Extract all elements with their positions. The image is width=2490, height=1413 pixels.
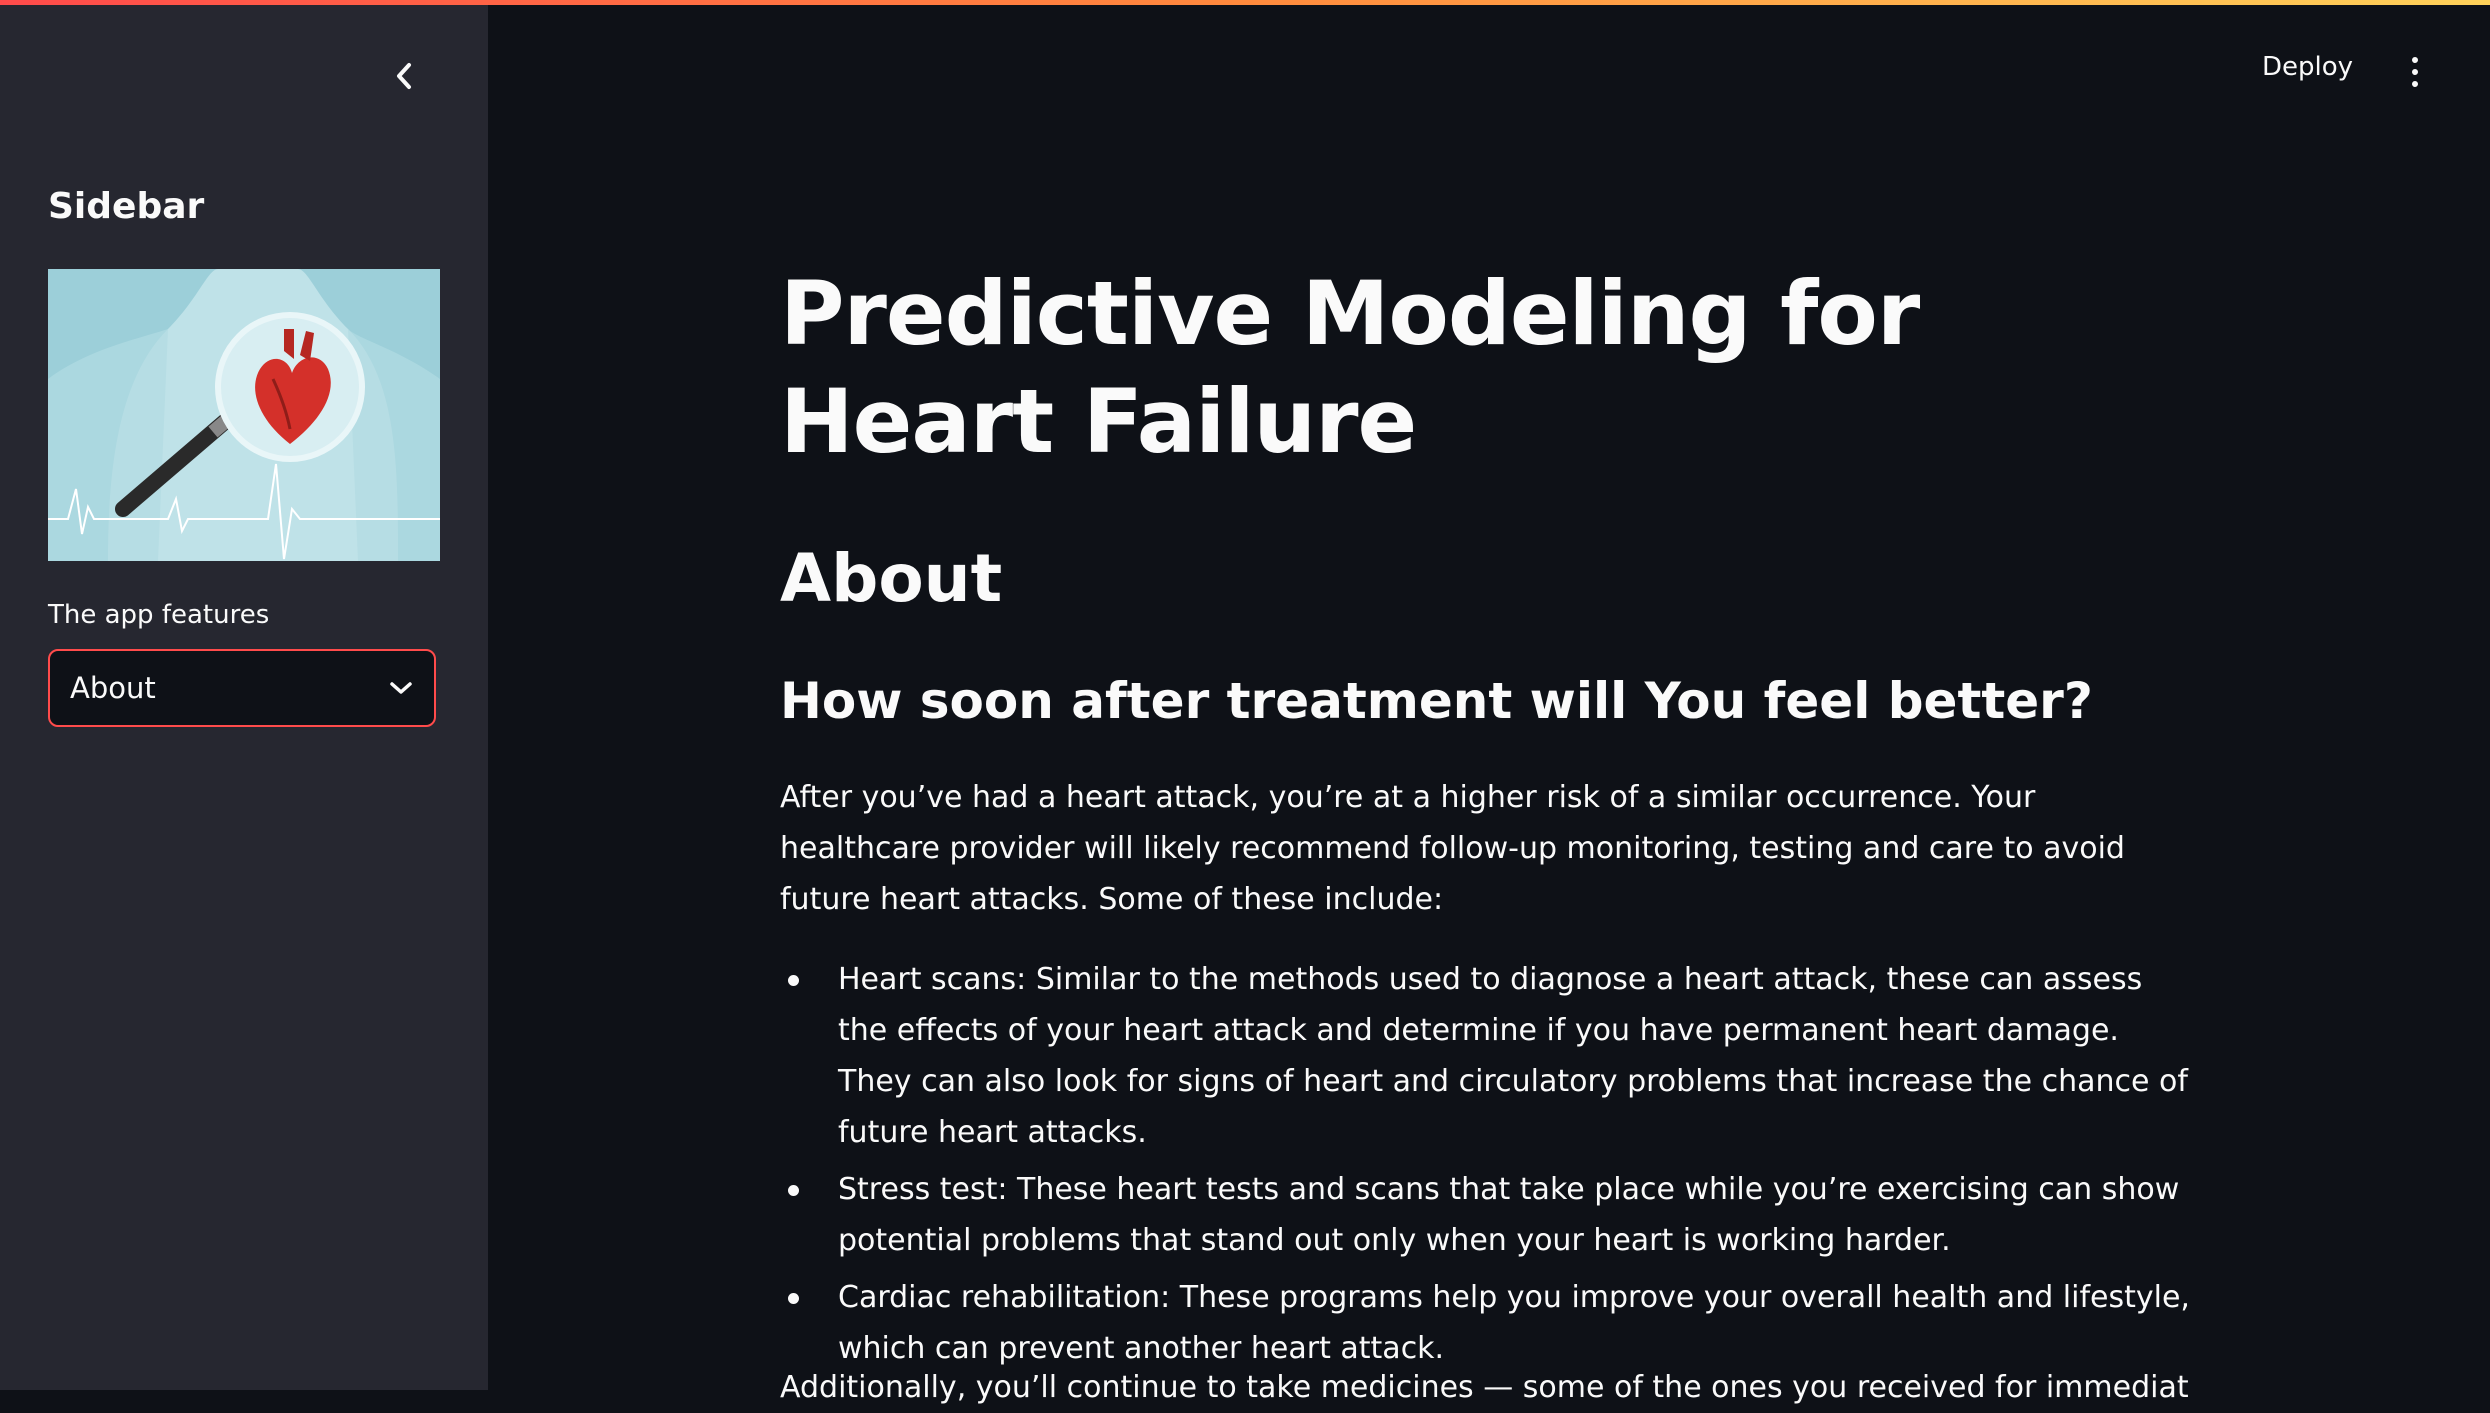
list-item: Heart scans: Similar to the methods used… [780,954,2190,1158]
list-item: Stress test: These heart tests and scans… [780,1164,2190,1266]
continued-paragraph: Additionally, you’ll continue to take me… [780,1370,2190,1405]
intro-paragraph: After you’ve had a heart attack, you’re … [780,780,2125,917]
main-menu-button[interactable] [2400,52,2430,92]
deploy-button[interactable]: Deploy [2262,52,2353,82]
follow-up-list: Heart scans: Similar to the methods used… [780,954,2190,1380]
sidebar-title: Sidebar [48,186,205,227]
sidebar: Sidebar The app features About [0,0,488,1390]
features-select[interactable]: About [48,649,436,727]
select-current-value: About [70,671,156,705]
heart-magnifier-icon [48,269,440,561]
more-vertical-icon [2412,57,2418,63]
collapse-sidebar-button[interactable] [386,56,422,96]
top-decoration-bar [0,0,2490,5]
list-item: Cardiac rehabilitation: These programs h… [780,1272,2190,1374]
select-label: The app features [48,600,270,630]
chevron-down-icon [390,682,412,694]
section-heading: About [780,540,1003,617]
main-content: Predictive Modeling for Heart Failure Ab… [780,260,2190,1405]
page-title: Predictive Modeling for Heart Failure [780,262,1920,473]
subheading: How soon after treatment will You feel b… [780,672,2093,730]
heart-illustration-image [48,269,440,561]
chevron-left-icon [397,63,411,89]
